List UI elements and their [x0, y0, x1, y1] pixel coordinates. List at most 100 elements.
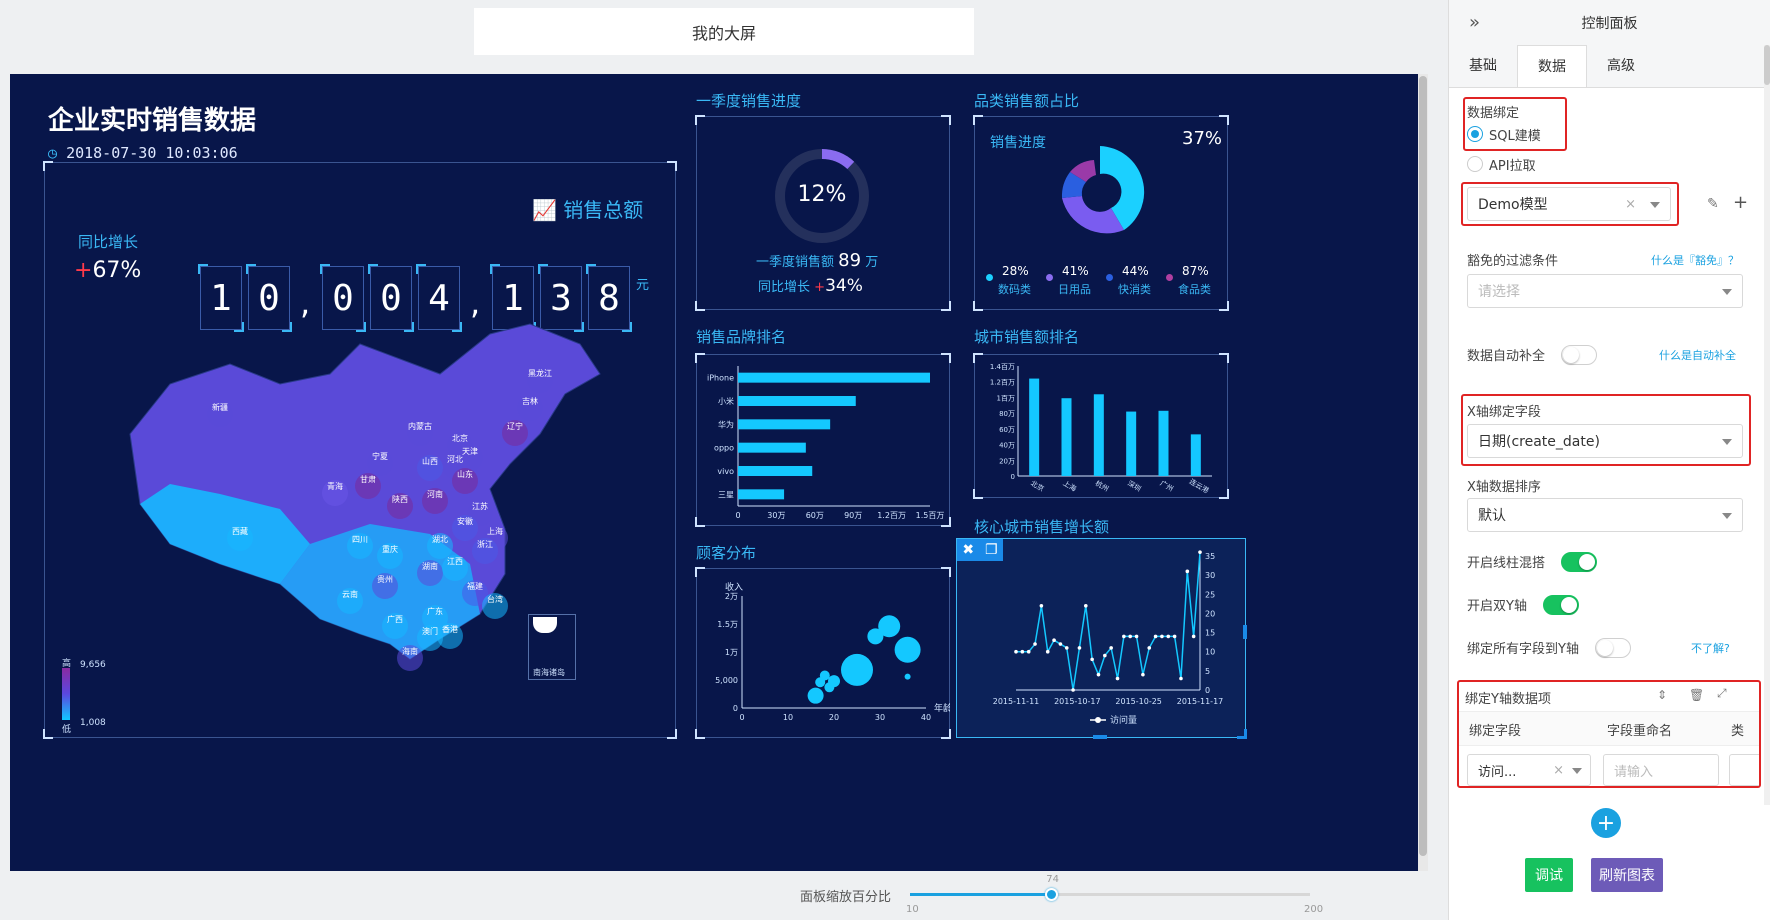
x-field-select[interactable]: 日期(create_date) [1467, 424, 1743, 458]
scatter-x-tick: 0 [739, 713, 744, 722]
resize-handle-right[interactable] [1243, 625, 1247, 639]
add-icon[interactable]: + [1733, 192, 1748, 213]
line-y-tick: 15 [1205, 629, 1215, 638]
province-label: 云南 [342, 589, 358, 599]
dropdown-arrow-icon [1722, 439, 1732, 445]
panel-scrollbar[interactable] [1764, 45, 1770, 805]
tab-data[interactable]: 数据 [1517, 45, 1587, 87]
line-point [1052, 638, 1056, 643]
scatter-x-label: 年龄 [934, 702, 950, 714]
sort-icon[interactable]: ⇕ [1657, 688, 1667, 702]
province-label: 天津 [462, 446, 478, 456]
scatter-point [807, 687, 824, 704]
sales-total-unit: 元 [636, 278, 650, 293]
clear-icon[interactable]: × [1625, 197, 1636, 212]
category-name: 食品类 [1178, 283, 1211, 296]
inset-label: 南海诸岛 [533, 668, 565, 677]
scatter-y-tick: 0 [733, 704, 738, 713]
legend-low-label: 低 [62, 725, 72, 735]
city-label: 上海 [1061, 478, 1078, 493]
close-icon[interactable]: ✖ [962, 542, 974, 558]
model-value: Demo模型 [1478, 197, 1548, 213]
scatter-y-tick: 5,000 [715, 676, 738, 685]
brand-x-tick: 1.2百万 [877, 511, 906, 520]
scatter-x-tick: 10 [783, 713, 793, 722]
dropdown-arrow-icon [1722, 289, 1732, 295]
filter-help-link[interactable]: 什么是『豁免』？ [1651, 252, 1739, 268]
radio-sql-label[interactable]: SQL建模 [1489, 125, 1541, 144]
y-items-label: 绑定Y轴数据项 [1465, 692, 1551, 707]
radio-api[interactable] [1467, 156, 1483, 172]
tab-basic[interactable]: 基础 [1449, 45, 1517, 87]
trash-icon[interactable]: 🗑 [1689, 688, 1704, 702]
line-legend: 访问量 [1110, 714, 1137, 726]
filter-select[interactable]: 请选择 [1467, 274, 1743, 308]
line-y-tick: 30 [1205, 571, 1215, 580]
zoom-control: 面板缩放百分比 74 10 200 [800, 874, 1440, 920]
refresh-chart-button[interactable]: 刷新图表 [1591, 858, 1663, 892]
clear-icon[interactable]: × [1553, 763, 1564, 778]
row-type-select[interactable] [1729, 754, 1759, 786]
province-label: 新疆 [212, 402, 228, 412]
province-label: 宁夏 [372, 451, 388, 461]
resize-handle-corner[interactable] [1237, 729, 1247, 739]
sales-total-label: 销售总额 [563, 198, 644, 222]
province-label: 江苏 [472, 501, 488, 511]
screen-title[interactable]: 我的大屏 [474, 8, 974, 55]
canvas-scrollbar[interactable] [1418, 74, 1428, 871]
bind-all-help-link[interactable]: 不了解? [1691, 640, 1730, 656]
line-x-tick: 2015-11-11 [993, 697, 1040, 706]
city-y-tick: 20万 [999, 457, 1015, 465]
mix-label: 开启线柱混搭 [1467, 556, 1546, 571]
row-rename-input[interactable]: 请输入 [1603, 754, 1719, 786]
canvas-scrollbar-thumb[interactable] [1419, 76, 1427, 856]
autofill-toggle[interactable] [1561, 345, 1597, 365]
city-label: 杭州 [1094, 478, 1111, 493]
model-select[interactable]: Demo模型 × [1467, 187, 1671, 221]
scatter-point [841, 653, 873, 686]
bind-all-toggle[interactable] [1595, 638, 1631, 658]
city-y-tick: 80万 [999, 410, 1015, 418]
double-chevron-right-icon[interactable]: » [1469, 12, 1480, 33]
city-bar [1093, 394, 1104, 476]
line-y-tick: 20 [1205, 609, 1215, 618]
edit-icon[interactable]: ✎ [1707, 196, 1719, 212]
tab-advanced[interactable]: 高级 [1587, 45, 1655, 87]
province-label: 陕西 [392, 494, 408, 504]
q1-title: 一季度销售进度 [696, 92, 802, 110]
line-y-tick: 10 [1205, 648, 1215, 657]
brand-x-tick: 90万 [844, 511, 862, 520]
radio-sql[interactable] [1467, 126, 1483, 142]
brand-x-tick: 1.5百万 [916, 511, 945, 520]
province-label: 吉林 [522, 396, 538, 406]
line-x-tick: 2015-10-25 [1115, 697, 1162, 706]
q1-yoy-sign: + [814, 280, 826, 295]
category-pct: 41% [1062, 264, 1089, 278]
autofill-help-link[interactable]: 什么是自动补全 [1659, 347, 1736, 363]
province-label: 山西 [422, 456, 438, 466]
add-y-item-button[interactable]: + [1591, 808, 1621, 838]
province-label: 江西 [447, 557, 463, 566]
filter-label: 豁免的过滤条件 [1467, 254, 1559, 269]
expand-icon[interactable]: ⤢ [1717, 686, 1727, 701]
line-point [1115, 676, 1120, 681]
panel-title: 控制面板 [1581, 15, 1638, 32]
mix-toggle[interactable] [1561, 552, 1597, 572]
brand-x-tick: 30万 [767, 511, 785, 520]
city-y-tick: 1.4百万 [990, 363, 1015, 371]
zoom-slider-handle[interactable] [1045, 888, 1059, 901]
line-point [1083, 603, 1088, 608]
radio-api-label[interactable]: API拉取 [1489, 155, 1536, 174]
city-title: 城市销售额排名 [974, 328, 1080, 346]
autofill-label: 数据自动补全 [1467, 349, 1546, 364]
x-sort-select[interactable]: 默认 [1467, 498, 1743, 532]
col-rename: 字段重命名 [1607, 724, 1673, 739]
dual-y-toggle[interactable] [1543, 595, 1579, 615]
row-field-select[interactable]: 访问... × [1467, 754, 1591, 786]
yoy-value: +67% [74, 258, 141, 283]
debug-button[interactable]: 调试 [1525, 858, 1573, 892]
line-point [1033, 642, 1037, 646]
province-label: 广西 [387, 614, 403, 624]
brand-x-tick: 0 [735, 511, 740, 520]
brand-bar [738, 442, 806, 453]
